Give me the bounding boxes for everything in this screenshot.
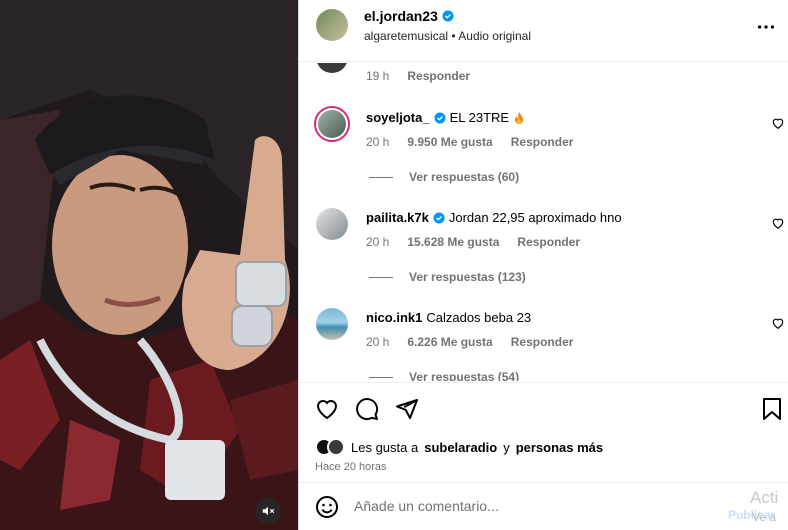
comment-username[interactable]: nico.ink1 xyxy=(366,310,422,325)
view-replies-label: Ver respuestas (123) xyxy=(409,270,526,284)
verified-badge-icon xyxy=(433,212,445,223)
comment-input[interactable]: Añade un comentario... xyxy=(354,498,499,514)
post-header: el.jordan23 algaretemusical • Audio orig… xyxy=(299,0,788,62)
post-actions: Les gusta a subelaradio y personas más H… xyxy=(299,382,788,482)
liker-avatars[interactable] xyxy=(315,438,345,456)
comment-text: Calzados beba 23 xyxy=(426,310,532,325)
comment-text-line: soyeljota_ EL 23TRE xyxy=(366,110,525,125)
replies-divider xyxy=(369,276,393,278)
comment-avatar-story[interactable] xyxy=(314,106,350,142)
view-replies-button[interactable]: Ver respuestas (54) xyxy=(369,370,519,381)
comment-text-line: nico.ink1 Calzados beba 23 xyxy=(366,310,531,325)
likes-summary: Les gusta a subelaradio y personas más xyxy=(315,438,603,456)
reply-button[interactable]: Responder xyxy=(407,69,470,83)
comment-text: EL 23TRE xyxy=(449,110,510,125)
comments-list[interactable]: 19 h Responder soyeljota_ EL 23TRE 20 h … xyxy=(299,63,788,381)
verified-badge-icon xyxy=(434,112,446,123)
author-avatar[interactable] xyxy=(316,9,348,41)
reply-button[interactable]: Responder xyxy=(511,335,574,349)
reply-button[interactable]: Responder xyxy=(517,235,580,249)
comment-like-heart-icon[interactable] xyxy=(771,116,785,130)
save-bookmark-icon[interactable] xyxy=(761,397,783,421)
replies-divider xyxy=(369,176,393,178)
windows-activation-watermark: Acti Publicar Ve a xyxy=(728,488,788,530)
comment-time: 20 h xyxy=(366,135,390,149)
like-heart-icon[interactable] xyxy=(315,397,339,421)
view-replies-label: Ver respuestas (54) xyxy=(409,370,520,381)
share-send-icon[interactable] xyxy=(395,397,419,421)
audio-separator: • xyxy=(451,29,456,43)
view-replies-label: Ver respuestas (60) xyxy=(409,170,520,184)
comment-username[interactable]: pailita.k7k xyxy=(366,210,429,225)
comment-avatar[interactable] xyxy=(316,63,348,73)
comment-time: 20 h xyxy=(366,335,390,349)
audio-label[interactable]: Audio original xyxy=(458,29,531,43)
post-timestamp: Hace 20 horas xyxy=(315,461,387,473)
watermark-line-2: Ve a xyxy=(752,510,777,524)
comment-avatar[interactable] xyxy=(316,308,348,340)
view-replies-button[interactable]: Ver respuestas (123) xyxy=(369,270,526,284)
replies-divider xyxy=(369,376,393,378)
comment-likes-count[interactable]: 6.226 Me gusta xyxy=(407,335,492,349)
comment-text: Jordan 22,95 aproximado hno xyxy=(448,210,622,225)
audio-username[interactable]: algaretemusical xyxy=(364,29,448,43)
comment-like-heart-icon[interactable] xyxy=(771,316,785,330)
instagram-post-view: el.jordan23 algaretemusical • Audio orig… xyxy=(0,0,788,530)
speaker-muted-icon xyxy=(262,506,275,516)
comment-username[interactable]: soyeljota_ xyxy=(366,110,430,125)
comment-like-heart-icon[interactable] xyxy=(771,216,785,230)
comment-likes-count[interactable]: 15.628 Me gusta xyxy=(407,235,499,249)
verified-badge-icon xyxy=(442,10,454,22)
comment-likes-count[interactable]: 9.950 Me gusta xyxy=(407,135,492,149)
likes-prefix: Les gusta a xyxy=(351,439,419,455)
likes-user-link[interactable]: subelaradio xyxy=(424,440,497,455)
watermark-line-1: Acti xyxy=(750,488,779,507)
author-username[interactable]: el.jordan23 xyxy=(364,8,438,24)
more-options-icon[interactable] xyxy=(755,16,777,38)
comment-avatar[interactable] xyxy=(316,208,348,240)
comment-time: 19 h xyxy=(366,69,390,83)
add-comment-bar: Añade un comentario... xyxy=(299,482,788,530)
comment-bubble-icon[interactable] xyxy=(355,397,379,421)
reply-button[interactable]: Responder xyxy=(511,135,574,149)
likes-others-link[interactable]: personas más xyxy=(516,440,603,455)
video-frame xyxy=(0,0,298,530)
post-panel: el.jordan23 algaretemusical • Audio orig… xyxy=(298,0,788,530)
view-replies-button[interactable]: Ver respuestas (60) xyxy=(369,170,519,184)
comment-time: 20 h xyxy=(366,235,390,249)
likes-middle: y xyxy=(503,439,510,455)
reel-video[interactable] xyxy=(0,0,298,530)
emoji-picker-icon[interactable] xyxy=(315,495,339,519)
fire-emoji-icon xyxy=(515,111,524,124)
mute-toggle-button[interactable] xyxy=(255,498,281,524)
comment-text-line: pailita.k7k Jordan 22,95 aproximado hno xyxy=(366,210,622,225)
